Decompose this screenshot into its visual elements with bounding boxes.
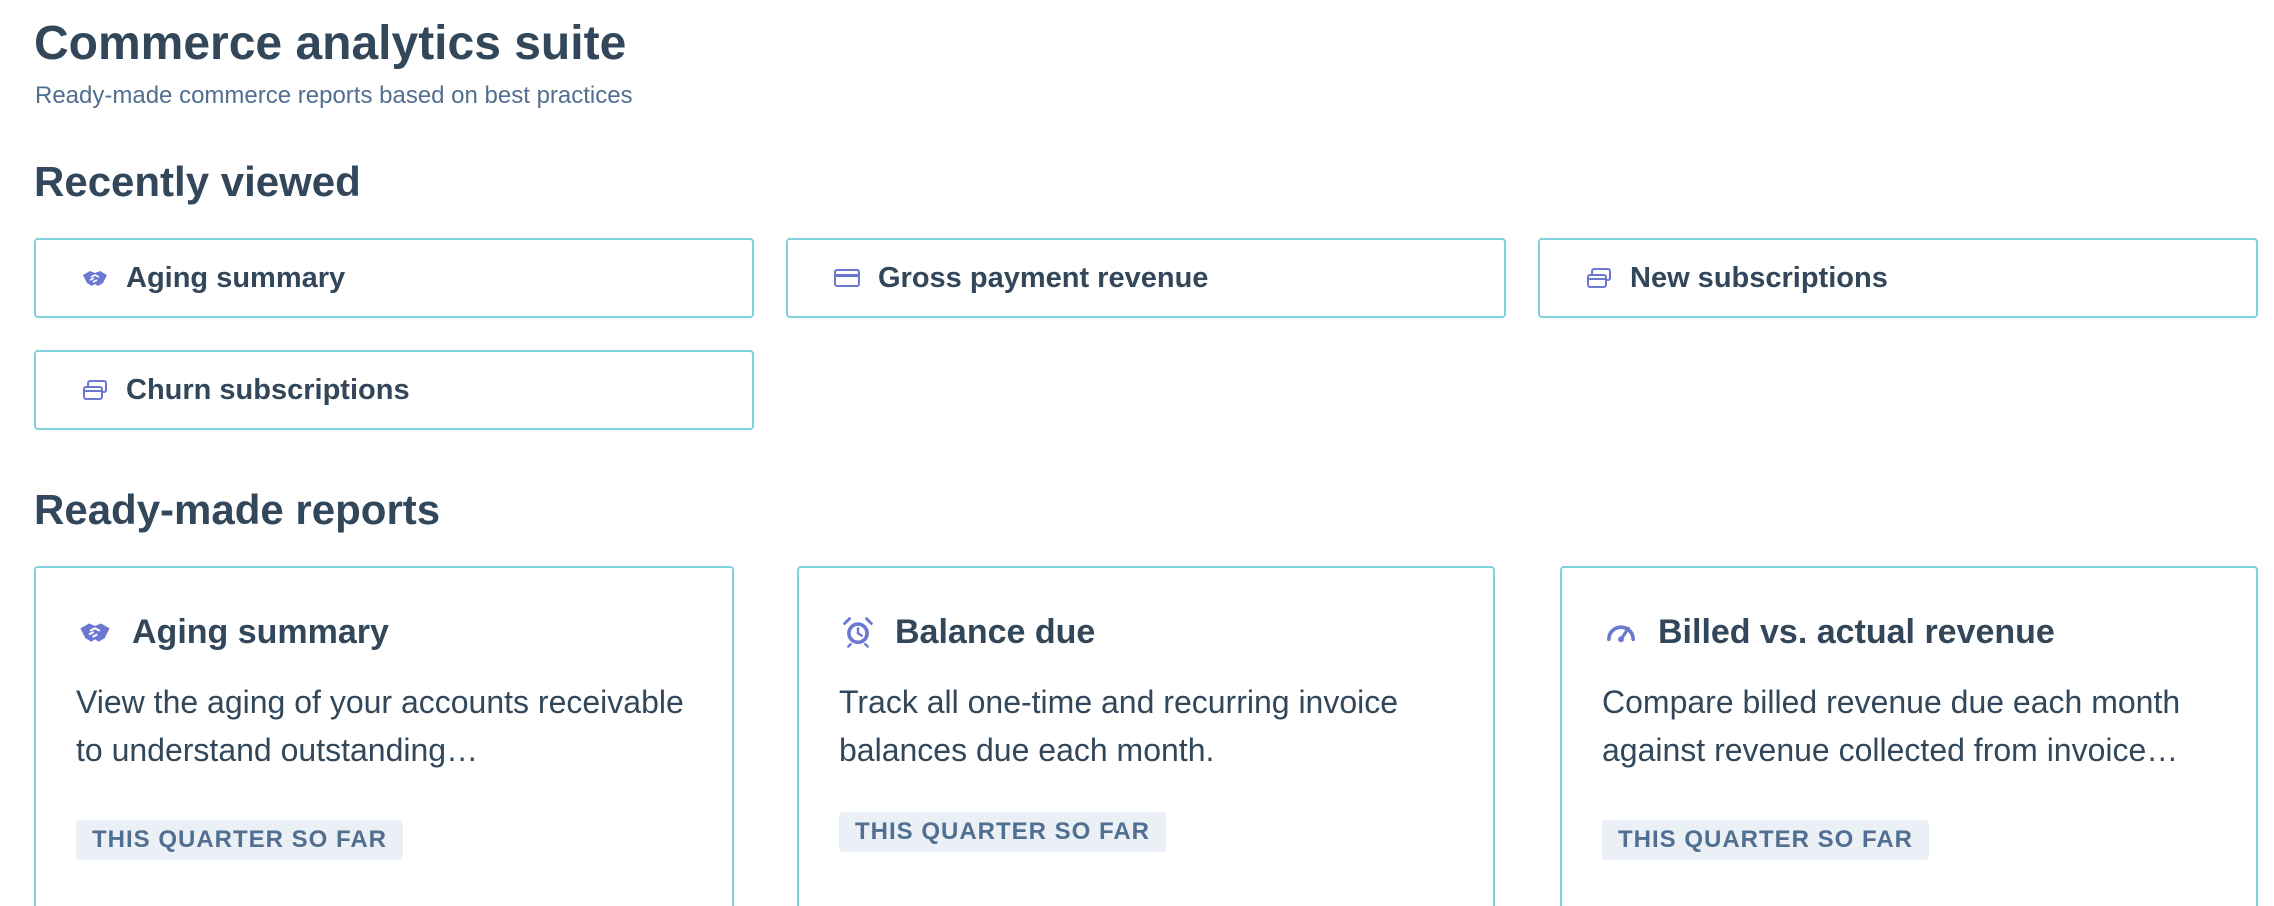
page-subtitle: Ready-made commerce reports based on bes… [35,82,633,109]
date-range-badge: THIS QUARTER SO FAR [1602,820,1930,860]
report-card-title: Billed vs. actual revenue [1658,612,2055,651]
report-card-billed-vs-actual-revenue[interactable]: Billed vs. actual revenue Compare billed… [1560,566,2258,906]
report-card-title: Aging summary [132,612,389,651]
recent-item-label: New subscriptions [1630,261,1888,294]
ready-made-reports-heading: Ready-made reports [34,486,441,533]
credit-card-icon [832,263,862,293]
date-range-badge: THIS QUARTER SO FAR [76,820,404,860]
report-card-title: Balance due [895,612,1096,651]
report-card-aging-summary[interactable]: Aging summary View the aging of your acc… [34,566,734,906]
subscription-cards-icon [80,375,110,405]
recent-item-churn-subscriptions[interactable]: Churn subscriptions [34,350,754,430]
page-title: Commerce analytics suite [34,17,627,70]
recent-item-label: Churn subscriptions [126,373,410,406]
report-card-description: Track all one-time and recurring invoice… [839,684,1399,768]
report-card-description: View the aging of your accounts receivab… [76,684,684,768]
recent-item-aging-summary[interactable]: Aging summary [34,238,754,318]
report-card-description: Compare billed revenue due each month ag… [1602,684,2181,768]
recent-item-new-subscriptions[interactable]: New subscriptions [1538,238,2258,318]
alarm-clock-icon [839,613,877,651]
speedometer-icon [1602,613,1640,651]
recent-item-label: Gross payment revenue [878,261,1209,294]
recent-item-gross-payment-revenue[interactable]: Gross payment revenue [786,238,1506,318]
handshake-icon [80,263,110,293]
report-card-balance-due[interactable]: Balance due Track all one-time and recur… [797,566,1495,906]
date-range-badge: THIS QUARTER SO FAR [839,812,1167,852]
recently-viewed-heading: Recently viewed [34,158,361,205]
subscription-cards-icon [1584,263,1614,293]
handshake-icon [76,613,114,651]
recent-item-label: Aging summary [126,261,346,294]
